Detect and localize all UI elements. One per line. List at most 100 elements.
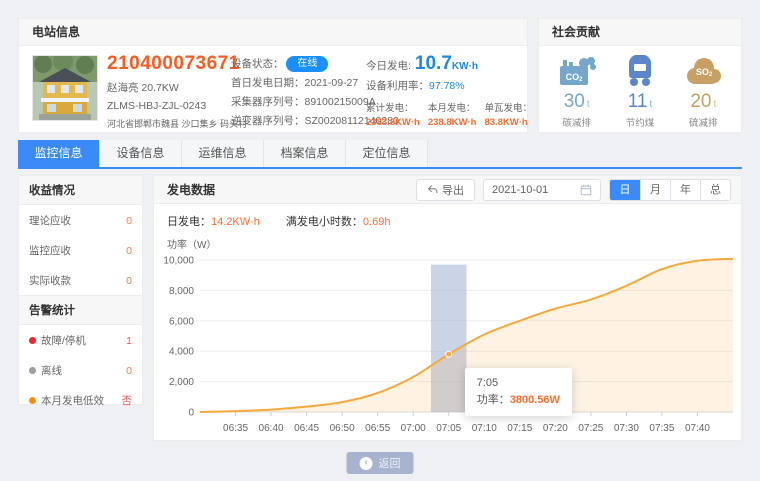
social-panel-title: 社会贡献	[539, 19, 741, 46]
full-hours-value: 0.69h	[363, 216, 391, 228]
svg-text:6,000: 6,000	[169, 316, 194, 327]
revenue-theoretical-label: 理论应收	[29, 213, 71, 228]
station-device-info: 设备状态： 在线 首日发电日期：2021-09-27 采集器序列号：891002…	[231, 55, 368, 131]
alarm-offline-value: 0	[126, 365, 132, 377]
total-generation-value: 2383.8KW·h	[366, 117, 420, 128]
svg-text:0: 0	[188, 408, 194, 419]
alarm-row-fault: 故障/停机 1	[19, 325, 142, 355]
svg-text:06:55: 06:55	[365, 423, 390, 434]
svg-text:10,000: 10,000	[163, 256, 194, 267]
per-watt-generation: 单瓦发电： 83.8KW·h	[484, 100, 532, 128]
svg-text:07:05: 07:05	[436, 423, 461, 434]
station-basic-info: 210400073671 赵海亮 20.7KW ZLMS-HBJ-ZJL-024…	[107, 53, 231, 130]
period-day-button[interactable]: 日	[610, 180, 640, 200]
alarm-section-title: 告警统计	[19, 295, 142, 325]
svg-text:2,000: 2,000	[169, 377, 194, 388]
revenue-actual-label: 实际收款	[29, 273, 71, 288]
so2-reduction-icon: SO2	[683, 55, 723, 87]
svg-text:06:50: 06:50	[330, 423, 355, 434]
power-area-chart-svg: 0 2,000 4,000 6,000 8,000 10,000 06:35 06:40 06:…	[160, 252, 737, 438]
revenue-section-title: 收益情况	[19, 176, 142, 205]
svg-text:06:45: 06:45	[294, 423, 319, 434]
back-button-label: 返回	[379, 455, 401, 471]
dashboard-page: 电站信息 210400073671 赵	[0, 0, 760, 481]
period-switcher: 日 月 年 总	[609, 179, 731, 201]
co2-reduction-icon: CO2	[557, 55, 597, 87]
station-capacity: 20.7KW	[141, 82, 178, 94]
today-generation-value: 10.7	[415, 53, 452, 74]
alarm-low-eff-value: 否	[122, 393, 133, 408]
sulfur-reduction-value: 20	[690, 91, 711, 112]
tab-location-info[interactable]: 定位信息	[346, 140, 428, 167]
carbon-reduction-value-row: 30t	[548, 91, 606, 113]
station-id: 210400073671	[107, 53, 231, 75]
export-button[interactable]: 导出	[416, 179, 475, 201]
svg-text:4,000: 4,000	[169, 347, 194, 358]
collector-sn-row: 采集器序列号：89100215009A	[231, 93, 368, 112]
inverter-label: 逆变器序列号：	[231, 115, 305, 127]
alarm-fault-label: 故障/停机	[41, 333, 86, 348]
station-generation-stats: 今日发电:10.7KW·h 设备利用率：97.78% 累计发电： 2383.8K…	[366, 53, 526, 128]
generation-mini-stats: 累计发电： 2383.8KW·h 本月发电： 238.8KW·h 单瓦发电： 8…	[366, 100, 526, 128]
svg-text:07:30: 07:30	[614, 423, 639, 434]
carbon-reduction-value: 30	[564, 91, 585, 112]
svg-text:8,000: 8,000	[169, 286, 194, 297]
revenue-row-actual: 实际收款 0	[19, 265, 142, 295]
per-watt-generation-label: 单瓦发电：	[484, 100, 532, 114]
alarm-offline-label: 离线	[41, 363, 62, 378]
utilization-value: 97.78%	[429, 80, 465, 92]
revenue-monitored-label: 监控应收	[29, 243, 71, 258]
generation-data-panel: 发电数据 导出 2021-10-01	[153, 175, 742, 441]
export-arrow-icon	[427, 184, 438, 195]
station-info-panel: 电站信息 210400073671 赵	[18, 18, 528, 133]
svg-text:07:25: 07:25	[578, 423, 603, 434]
revenue-row-monitored: 监控应收 0	[19, 235, 142, 265]
export-button-label: 导出	[442, 182, 464, 198]
per-watt-generation-value: 83.8KW·h	[484, 117, 532, 128]
device-status-label: 设备状态：	[231, 58, 284, 70]
today-generation-unit: KW·h	[452, 61, 478, 72]
revenue-theoretical-value: 0	[126, 215, 132, 227]
first-gen-label: 首日发电日期：	[231, 77, 305, 89]
utilization-row: 设备利用率：97.78%	[366, 78, 526, 93]
coal-saving-value: 11	[628, 91, 648, 112]
station-panel-title: 电站信息	[19, 19, 527, 46]
generation-panel-header: 发电数据 导出 2021-10-01	[154, 176, 741, 204]
coal-saving-label: 节约煤	[611, 115, 669, 129]
back-button[interactable]: ‹ 返回	[347, 452, 414, 474]
month-generation: 本月发电： 238.8KW·h	[428, 100, 477, 128]
alarm-row-offline: 离线 0	[19, 355, 142, 385]
day-generation-label: 日发电：	[167, 216, 211, 228]
svg-text:07:00: 07:00	[401, 423, 426, 434]
svg-text:06:40: 06:40	[259, 423, 284, 434]
tab-device-info[interactable]: 设备信息	[100, 140, 182, 167]
back-chevron-icon: ‹	[360, 457, 373, 470]
day-generation-value: 14.2KW·h	[211, 216, 260, 228]
period-total-button[interactable]: 总	[700, 180, 730, 200]
social-panel-body: CO2 30t 碳减排 11t	[539, 46, 741, 129]
power-chart[interactable]: 0 2,000 4,000 6,000 8,000 10,000 06:35 06:40 06:…	[154, 252, 741, 438]
alarm-offline-label-wrap: 离线	[29, 363, 62, 378]
tab-operation-info[interactable]: 运维信息	[182, 140, 264, 167]
sulfur-reduction-value-row: 20t	[674, 91, 732, 113]
alarm-fault-label-wrap: 故障/停机	[29, 333, 86, 348]
station-owner: 赵海亮	[107, 82, 139, 94]
revenue-row-theoretical: 理论应收 0	[19, 205, 142, 235]
fault-status-dot	[29, 337, 36, 344]
chart-toolbar: 导出 2021-10-01 日 月 年 总	[416, 179, 731, 201]
svg-text:06:35: 06:35	[223, 423, 248, 434]
date-picker-input[interactable]: 2021-10-01	[483, 179, 601, 201]
period-year-button[interactable]: 年	[670, 180, 700, 200]
tab-archive-info[interactable]: 档案信息	[264, 140, 346, 167]
collector-label: 采集器序列号：	[231, 96, 305, 108]
svg-text:07:40: 07:40	[685, 423, 710, 434]
device-status-row: 设备状态： 在线	[231, 55, 368, 74]
total-generation-label: 累计发电：	[366, 100, 420, 114]
station-owner-capacity: 赵海亮 20.7KW	[107, 80, 231, 95]
alarm-low-eff-label: 本月发电低效	[41, 393, 104, 408]
first-generation-row: 首日发电日期：2021-09-27	[231, 74, 368, 93]
tab-monitoring-info[interactable]: 监控信息	[18, 140, 100, 167]
period-month-button[interactable]: 月	[640, 180, 670, 200]
y-axis-title: 功率（W）	[154, 229, 741, 251]
alarm-low-eff-label-wrap: 本月发电低效	[29, 393, 104, 408]
